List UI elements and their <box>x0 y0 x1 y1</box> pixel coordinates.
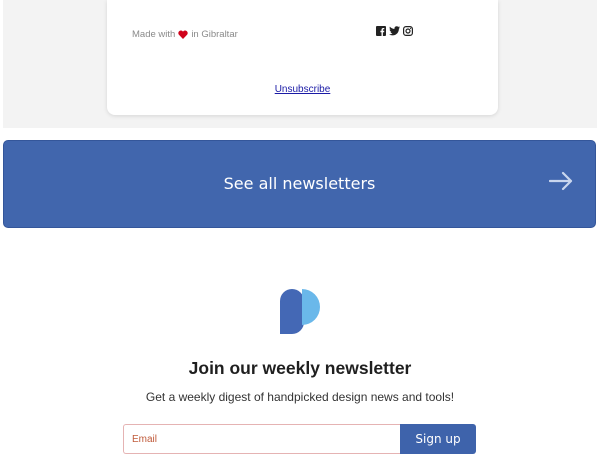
brand-logo-icon <box>280 289 320 340</box>
made-with-suffix: in Gibraltar <box>191 29 238 40</box>
newsletter-signup-section: Join our weekly newsletter Get a weekly … <box>3 240 597 460</box>
signup-title: Join our weekly newsletter <box>188 358 412 378</box>
made-with-text: Made with in Gibraltar <box>132 29 238 40</box>
made-with-prefix: Made with <box>132 29 176 40</box>
instagram-icon[interactable] <box>403 26 413 36</box>
signup-button[interactable]: Sign up <box>400 424 476 454</box>
email-field[interactable] <box>123 424 401 454</box>
footer-band: Made with in Gibraltar Unsubscribe <box>3 0 597 128</box>
unsubscribe-link[interactable]: Unsubscribe <box>107 84 498 95</box>
facebook-icon[interactable] <box>376 26 386 36</box>
signup-subtitle: Get a weekly digest of handpicked design… <box>145 390 455 404</box>
heart-icon <box>178 30 188 39</box>
see-all-newsletters-banner[interactable]: See all newsletters <box>3 140 596 228</box>
arrow-right-icon <box>548 171 573 196</box>
social-links <box>376 26 413 36</box>
twitter-icon[interactable] <box>389 26 400 36</box>
footer-card: Made with in Gibraltar Unsubscribe <box>107 0 498 115</box>
see-all-newsletters-label: See all newsletters <box>223 174 376 193</box>
